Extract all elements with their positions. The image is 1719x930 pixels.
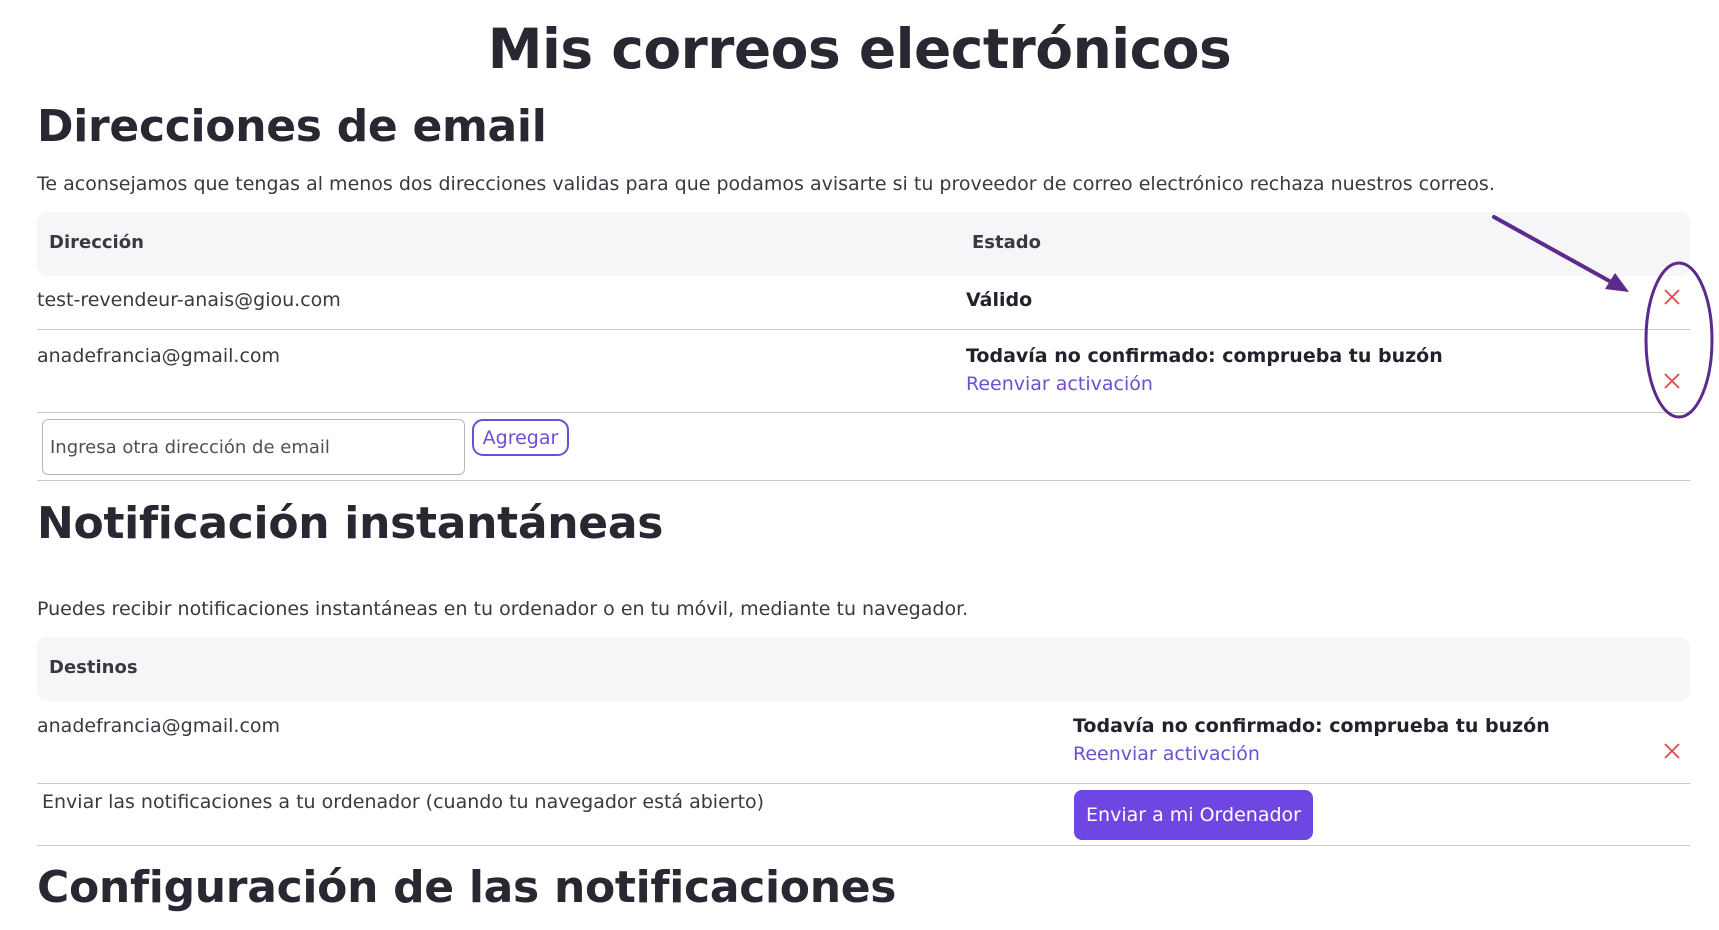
resend-activation-link[interactable]: Reenviar activación bbox=[966, 372, 1153, 396]
emails-heading: Direcciones de email bbox=[37, 101, 547, 152]
computer-notification-text: Enviar las notificaciones a tu ordenador… bbox=[42, 791, 765, 813]
add-email-input[interactable] bbox=[42, 419, 465, 475]
destination-address: anadefrancia@gmail.com bbox=[37, 715, 281, 737]
send-to-computer-button[interactable]: Enviar a mi Ordenador bbox=[1074, 790, 1313, 840]
add-email-button[interactable]: Agregar bbox=[472, 419, 569, 456]
push-table-header: Destinos bbox=[37, 637, 1690, 701]
section-divider bbox=[37, 845, 1690, 846]
section-divider bbox=[37, 480, 1690, 481]
page-title: Mis correos electrónicos bbox=[487, 17, 1232, 81]
close-icon[interactable] bbox=[1662, 371, 1682, 391]
address-column-header: Dirección bbox=[49, 232, 144, 253]
emails-description: Te aconsejamos que tengas al menos dos d… bbox=[37, 173, 1495, 195]
row-divider bbox=[37, 783, 1690, 784]
resend-activation-link[interactable]: Reenviar activación bbox=[1073, 742, 1260, 766]
email-status: Válido bbox=[966, 289, 1033, 311]
push-description: Puedes recibir notificaciones instantáne… bbox=[37, 598, 969, 620]
email-address: test-revendeur-anais@giou.com bbox=[37, 289, 341, 311]
settings-heading: Configuración de las notificaciones bbox=[37, 862, 897, 913]
row-divider bbox=[37, 412, 1690, 413]
close-icon[interactable] bbox=[1662, 287, 1682, 307]
email-address: anadefrancia@gmail.com bbox=[37, 345, 281, 367]
push-heading: Notificación instantáneas bbox=[37, 498, 664, 549]
emails-table-header: Dirección Estado bbox=[37, 212, 1690, 276]
destination-status: Todavía no confirmado: comprueba tu buzó… bbox=[1073, 715, 1550, 737]
email-status: Todavía no confirmado: comprueba tu buzó… bbox=[966, 345, 1443, 367]
status-column-header: Estado bbox=[972, 232, 1042, 253]
destinations-column-header: Destinos bbox=[49, 657, 138, 678]
row-divider bbox=[37, 329, 1690, 330]
close-icon[interactable] bbox=[1662, 741, 1682, 761]
